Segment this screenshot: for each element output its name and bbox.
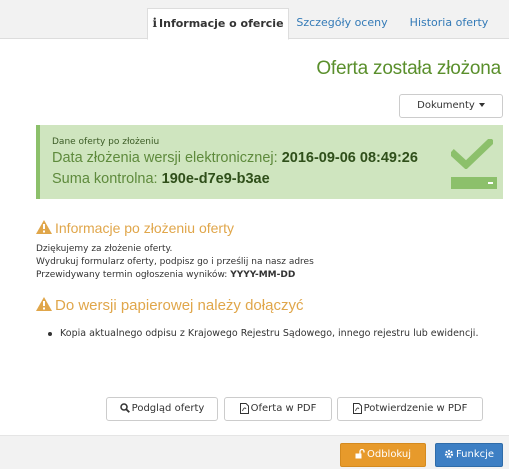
submission-date-label: Data złożenia wersji elektronicznej:	[52, 150, 278, 166]
confirmation-pdf-button[interactable]: Potwierdzenie w PDF	[337, 397, 483, 421]
tab-evaluation-details-label: Szczegóły oceny	[296, 16, 388, 29]
pdf-file-icon	[352, 402, 362, 414]
preview-offer-label: Podgląd oferty	[131, 403, 205, 414]
attachments-heading-text: Do wersji papierowej należy dołączyć	[55, 297, 304, 314]
footer-bar: Odblokuj Funkcje	[0, 435, 509, 469]
attachments-heading: Do wersji papierowej należy dołączyć	[36, 297, 303, 314]
thanks-text: Dziękujemy za złożenie oferty.	[36, 244, 173, 254]
unlock-icon	[355, 449, 365, 459]
info-heading: Informacje po złożeniu oferty	[36, 220, 234, 236]
page-title: Oferta została złożona	[316, 58, 501, 79]
checksum-row: Suma kontrolna: 190e-d7e9-b3ae	[52, 171, 270, 187]
unlock-button[interactable]: Odblokuj	[340, 443, 426, 467]
minus-bar-icon	[451, 177, 497, 189]
tab-offer-history-label: Historia oferty	[409, 16, 489, 29]
caret-down-icon	[478, 103, 485, 107]
info-heading-text: Informacje po złożeniu oferty	[55, 220, 234, 236]
documents-dropdown-button[interactable]: Dokumenty	[399, 94, 503, 118]
results-date-row: Przewidywany termin ogłoszenia wyników: …	[36, 270, 295, 280]
warning-icon	[36, 220, 52, 234]
tab-evaluation-details[interactable]: Szczegóły oceny	[292, 8, 392, 39]
tab-offer-history[interactable]: Historia oferty	[394, 8, 504, 39]
warning-icon	[36, 297, 52, 311]
pdf-file-icon	[239, 402, 249, 414]
gear-icon	[444, 449, 454, 459]
preview-offer-button[interactable]: Podgląd oferty	[106, 397, 218, 421]
search-icon	[119, 403, 130, 413]
summary-caption: Dane oferty po złożeniu	[52, 137, 160, 147]
documents-button-label: Dokumenty	[417, 100, 475, 111]
checksum-value: 190e-d7e9-b3ae	[161, 171, 270, 187]
results-date-value: YYYY-MM-DD	[230, 270, 296, 280]
print-instruction-text: Wydrukuj formularz oferty, podpisz go i …	[36, 257, 314, 267]
submission-summary-panel: Dane oferty po złożeniu Data złożenia we…	[36, 125, 503, 199]
info-icon: i	[152, 16, 158, 30]
offer-pdf-button[interactable]: Oferta w PDF	[224, 397, 332, 421]
checkmark-icon	[451, 139, 493, 169]
checksum-label: Suma kontrolna:	[52, 171, 158, 187]
confirmation-pdf-label: Potwierdzenie w PDF	[363, 403, 468, 414]
results-date-label: Przewidywany termin ogłoszenia wyników:	[36, 270, 228, 280]
list-item: Kopia aktualnego odpisu z Krajowego Reje…	[60, 328, 479, 339]
tab-bar: i Informacje o ofercie Szczegóły oceny Hi…	[0, 0, 509, 40]
tab-offer-info-label: Informacje o ofercie	[159, 17, 284, 30]
tab-offer-info[interactable]: i Informacje o ofercie	[147, 8, 289, 40]
bullet-icon	[48, 332, 52, 336]
unlock-label: Odblokuj	[366, 449, 412, 460]
functions-button[interactable]: Funkcje	[435, 443, 503, 467]
offer-pdf-label: Oferta w PDF	[250, 403, 317, 414]
submission-date-value: 2016-09-06 08:49:26	[281, 150, 418, 166]
submission-date-row: Data złożenia wersji elektronicznej: 201…	[52, 150, 418, 166]
functions-label: Funkcje	[455, 449, 495, 460]
